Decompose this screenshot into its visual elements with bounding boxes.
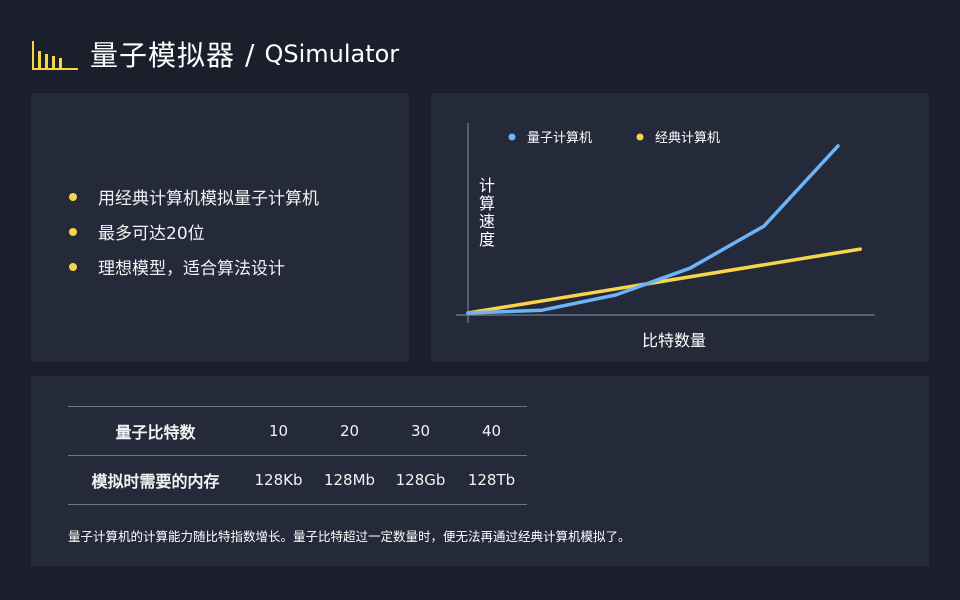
y-axis-label-char: 度 [479,230,495,249]
legend-marker-classical [636,133,644,141]
legend-marker-quantum [508,133,516,141]
bullet-dot-icon [69,262,77,271]
page-title: 量子模拟器 [90,39,236,72]
table-cell: 128Kb [243,455,314,505]
table-cell: 20 [314,406,385,456]
bullet-dot-icon [69,192,77,201]
x-axis-label: 比特数量 [642,331,706,350]
y-axis-label-char: 算 [479,194,495,213]
feature-list: 用经典计算机模拟量子计算机 最多可达20位 理想模型，适合算法设计 [69,179,319,284]
table-cell: 10 [243,406,314,456]
y-axis-label-char: 速 [479,212,495,231]
list-item: 理想模型，适合算法设计 [69,249,319,284]
feature-panel: 用经典计算机模拟量子计算机 最多可达20位 理想模型，适合算法设计 [31,93,409,362]
feature-text: 理想模型，适合算法设计 [98,259,285,279]
legend-label-classical: 经典计算机 [655,131,720,146]
memory-table-panel: 量子比特数 10 20 30 40 模拟时需要的内存 128Kb 128Mb 1… [31,376,929,566]
table-cell: 30 [385,406,456,456]
table-cell: 128Mb [314,455,385,505]
list-item: 用经典计算机模拟量子计算机 [69,179,319,214]
memory-table: 量子比特数 10 20 30 40 模拟时需要的内存 128Kb 128Mb 1… [68,406,527,505]
bar-chart-icon [30,37,78,71]
chart-panel: 量子计算机 经典计算机 计算速度 比特数量 [431,93,929,362]
title-separator: / [245,37,255,71]
series-line-classical [466,247,862,315]
list-item: 最多可达20位 [69,214,319,249]
table-cell: 128Tb [456,455,527,505]
feature-text: 最多可达20位 [98,224,205,244]
row-header-qubits: 量子比特数 [68,406,243,456]
page-subtitle: QSimulator [264,40,400,68]
table-footnote: 量子计算机的计算能力随比特指数增长。量子比特超过一定数量时，便无法再通过经典计算… [68,529,631,544]
y-axis-label-char: 计 [479,176,495,195]
table-row: 模拟时需要的内存 128Kb 128Mb 128Gb 128Tb [68,455,527,505]
table-row: 量子比特数 10 20 30 40 [68,406,527,456]
line-chart: 量子计算机 经典计算机 计算速度 比特数量 [456,123,875,350]
y-axis-label: 计算速度 [479,176,495,249]
legend-label-quantum: 量子计算机 [527,131,592,146]
table-cell: 40 [456,406,527,456]
row-header-memory: 模拟时需要的内存 [68,455,243,505]
table-cell: 128Gb [385,455,456,505]
page-header: 量子模拟器 / QSimulator [30,32,399,76]
bullet-dot-icon [69,227,77,236]
feature-text: 用经典计算机模拟量子计算机 [98,189,319,209]
series-line-quantum [466,144,840,315]
